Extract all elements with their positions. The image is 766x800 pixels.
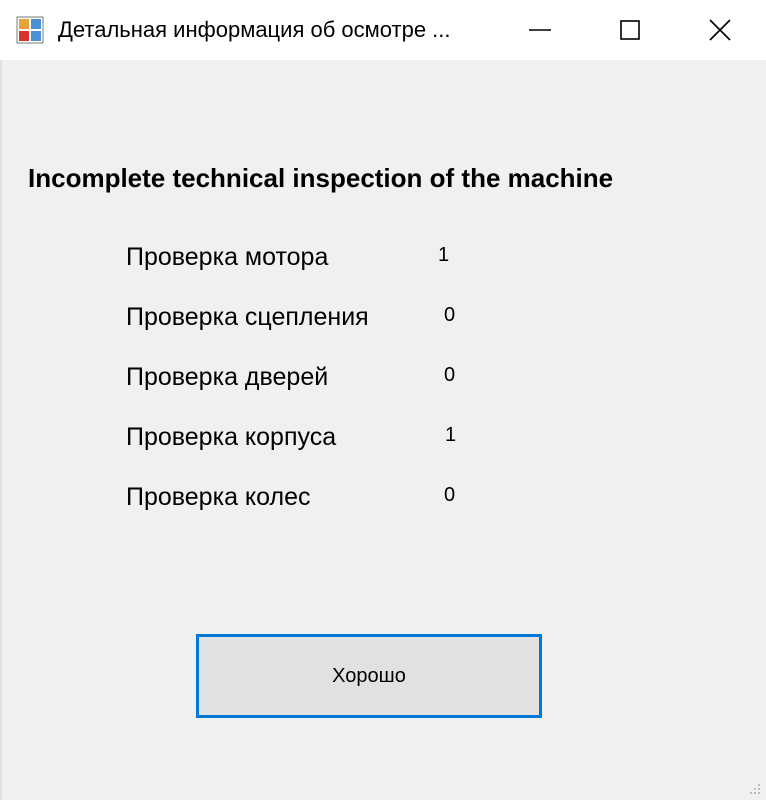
check-value-motor: 1 <box>438 244 450 266</box>
resize-grip-icon[interactable] <box>746 780 762 796</box>
ok-button[interactable]: Хорошо <box>196 634 542 718</box>
check-value-wheels: 0 <box>444 484 456 506</box>
ok-button-label: Хорошо <box>332 664 406 687</box>
check-value-clutch: 0 <box>444 304 456 326</box>
minimize-icon <box>529 29 551 31</box>
check-label-doors: Проверка дверей <box>126 363 329 391</box>
maximize-button[interactable] <box>584 0 676 60</box>
inspection-heading: Incomplete technical inspection of the m… <box>28 163 614 193</box>
close-button[interactable] <box>674 0 766 60</box>
check-value-doors: 0 <box>444 364 456 386</box>
window-title: Детальная информация об осмотре ... <box>58 17 451 42</box>
dialog-window: Детальная информация об осмотре ... Inco… <box>0 0 766 800</box>
window-border <box>0 60 2 800</box>
minimize-button[interactable] <box>494 0 586 60</box>
app-icon <box>16 16 44 44</box>
check-label-body: Проверка корпуса <box>126 423 337 451</box>
maximize-icon <box>620 20 640 40</box>
check-label-wheels: Проверка колес <box>126 483 311 511</box>
check-value-body: 1 <box>445 424 457 446</box>
check-label-motor: Проверка мотора <box>126 243 329 271</box>
title-bar[interactable]: Детальная информация об осмотре ... <box>0 0 766 60</box>
check-label-clutch: Проверка сцепления <box>126 303 369 331</box>
close-icon <box>709 19 731 41</box>
